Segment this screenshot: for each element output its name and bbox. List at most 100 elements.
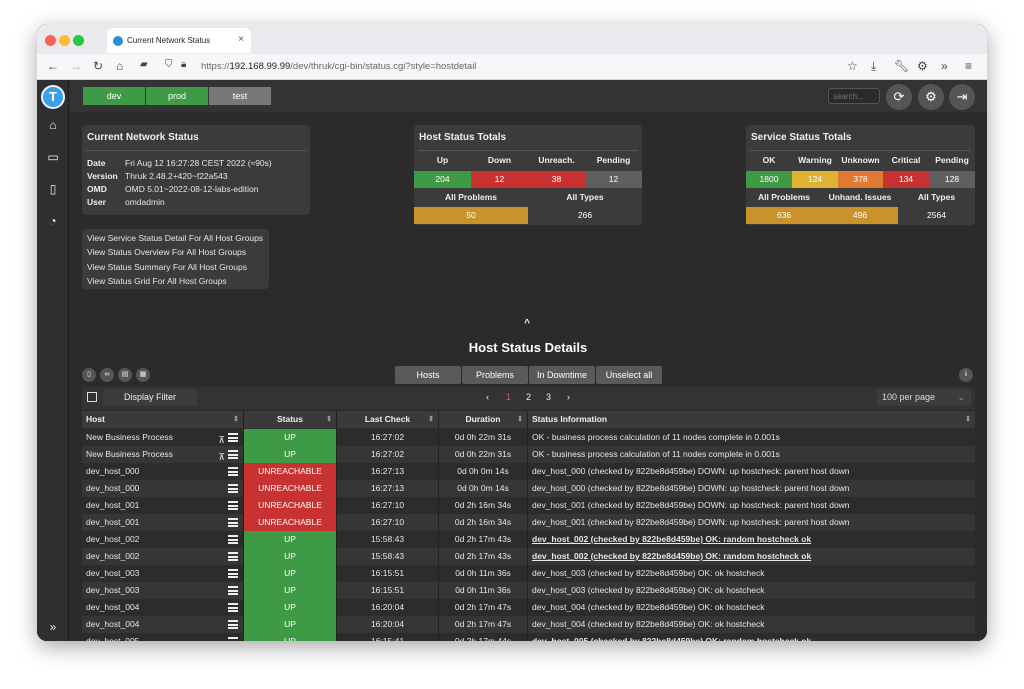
minimize-window-button[interactable] <box>59 35 70 46</box>
link-service-status-detail[interactable]: View Service Status Detail For All Host … <box>87 233 263 243</box>
host-cell[interactable]: dev_host_002 <box>82 548 244 565</box>
table-row[interactable]: dev_host_002 UP 15:58:43 0d 2h 17m 43s dev_h… <box>82 548 975 565</box>
table-row[interactable]: New Business Process ⊼ UP 16:27:02 0d 0h 22m… <box>82 446 975 463</box>
filter-downtime-button[interactable]: In Downtime <box>529 366 595 384</box>
close-window-button[interactable] <box>45 35 56 46</box>
host-cell[interactable]: dev_host_001 <box>82 497 244 514</box>
host-all-problems-count[interactable]: 50 <box>414 207 528 224</box>
gear-icon[interactable]: ⚙ <box>917 59 928 73</box>
bookmark-star-icon[interactable]: ☆ <box>847 59 858 73</box>
browser-tab[interactable]: Current Network Status × <box>107 28 251 53</box>
host-cell[interactable]: dev_host_003 <box>82 565 244 582</box>
env-test-button[interactable]: test <box>209 87 271 105</box>
table-row[interactable]: New Business Process ⊼ UP 16:27:02 0d 0h 22m… <box>82 429 975 446</box>
refresh-icon[interactable]: ⟳ <box>886 84 912 110</box>
pager-page-1[interactable]: 1 <box>506 392 511 402</box>
host-down-count[interactable]: 12 <box>471 171 528 188</box>
pager-prev-icon[interactable]: ‹ <box>486 392 489 402</box>
link-icon[interactable]: ∞ <box>100 368 114 382</box>
link-status-summary[interactable]: View Status Summary For All Host Groups <box>87 262 247 272</box>
logout-icon[interactable]: ⇥ <box>949 84 975 110</box>
host-menu-icon[interactable] <box>228 433 238 442</box>
host-cell[interactable]: dev_host_002 <box>82 531 244 548</box>
table-row[interactable]: dev_host_000 UNREACHABLE 16:27:13 0d 0h 0m … <box>82 463 975 480</box>
back-icon[interactable]: ← <box>47 59 59 73</box>
link-status-grid[interactable]: View Status Grid For All Host Groups <box>87 276 227 286</box>
col-status-info[interactable]: Status Information ⇕ <box>528 411 975 428</box>
host-cell[interactable]: dev_host_000 <box>82 463 244 480</box>
svc-ok-count[interactable]: 1800 <box>746 171 792 188</box>
host-all-types-count[interactable]: 266 <box>528 207 642 224</box>
table-row[interactable]: dev_host_004 UP 16:20:04 0d 2h 17m 47s dev_h… <box>82 599 975 616</box>
shield-icon[interactable]: ⛉ <box>165 59 173 70</box>
host-menu-icon[interactable] <box>228 586 238 595</box>
export-icon[interactable]: ▤ <box>118 368 132 382</box>
env-prod-button[interactable]: prod <box>146 87 208 105</box>
host-cell[interactable]: dev_host_004 <box>82 616 244 633</box>
host-menu-icon[interactable] <box>228 620 238 629</box>
business-process-icon[interactable]: ⊼ <box>218 449 225 463</box>
host-cell[interactable]: New Business Process ⊼ <box>82 446 244 463</box>
table-row[interactable]: dev_host_003 UP 16:15:51 0d 0h 11m 36s dev_h… <box>82 582 975 599</box>
host-cell[interactable]: dev_host_001 <box>82 514 244 531</box>
host-menu-icon[interactable] <box>228 637 238 641</box>
columns-grid-icon[interactable]: ▦ <box>136 368 150 382</box>
table-row[interactable]: dev_host_000 UNREACHABLE 16:27:13 0d 0h 0m … <box>82 480 975 497</box>
tab-close-icon[interactable]: × <box>238 34 244 45</box>
table-row[interactable]: dev_host_002 UP 15:58:43 0d 2h 17m 43s dev_h… <box>82 531 975 548</box>
display-filter-button[interactable]: Display Filter <box>103 389 197 406</box>
extension-icon[interactable]: ▰ <box>140 59 148 70</box>
col-duration[interactable]: Duration ⇕ <box>439 411 528 428</box>
unselect-all-button[interactable]: Unselect all <box>596 366 662 384</box>
filter-hosts-button[interactable]: Hosts <box>395 366 461 384</box>
host-menu-icon[interactable] <box>228 569 238 578</box>
host-menu-icon[interactable] <box>228 467 238 476</box>
settings-gear-icon[interactable]: ⚙ <box>918 84 944 110</box>
collapse-chevron-icon[interactable]: ^ <box>521 318 533 329</box>
home-icon[interactable]: ⌂ <box>46 118 60 132</box>
lock-icon[interactable]: 🔒︎ <box>181 59 186 70</box>
table-row[interactable]: dev_host_001 UNREACHABLE 16:27:10 0d 2h 16m… <box>82 514 975 531</box>
per-page-select[interactable]: 100 per page ⌄ <box>877 389 971 406</box>
overflow-icon[interactable]: » <box>941 59 948 73</box>
business-process-icon[interactable]: ⊼ <box>218 432 225 446</box>
gauge-icon[interactable]: ◔ <box>46 214 60 228</box>
search-input[interactable]: search... <box>828 88 880 104</box>
host-menu-icon[interactable] <box>228 552 238 561</box>
sidebar-toggle-icon[interactable] <box>87 392 97 402</box>
zoom-window-button[interactable] <box>73 35 84 46</box>
svc-all-types-count[interactable]: 2564 <box>898 207 975 224</box>
host-cell[interactable]: dev_host_003 <box>82 582 244 599</box>
filter-problems-button[interactable]: Problems <box>462 366 528 384</box>
download-icon[interactable]: ⤓ <box>871 59 876 74</box>
thruk-logo-icon[interactable]: T <box>41 85 65 109</box>
reload-icon[interactable]: ↻ <box>93 59 103 73</box>
link-status-overview[interactable]: View Status Overview For All Host Groups <box>87 247 246 257</box>
col-host[interactable]: Host ⇕ <box>82 411 244 428</box>
host-menu-icon[interactable] <box>228 484 238 493</box>
host-menu-icon[interactable] <box>228 450 238 459</box>
col-status[interactable]: Status ⇕ <box>244 411 337 428</box>
forward-icon[interactable]: → <box>70 59 82 73</box>
env-dev-button[interactable]: dev <box>83 87 145 105</box>
pager-page-2[interactable]: 2 <box>526 392 531 402</box>
host-up-count[interactable]: 204 <box>414 171 471 188</box>
host-cell[interactable]: dev_host_000 <box>82 480 244 497</box>
monitor-icon[interactable]: ▭ <box>46 150 60 164</box>
host-menu-icon[interactable] <box>228 603 238 612</box>
svc-critical-count[interactable]: 134 <box>883 171 929 188</box>
svc-unhandled-count[interactable]: 496 <box>822 207 898 224</box>
url-bar[interactable]: ⛉ 🔒︎ https://192.168.99.99/dev/thruk/cgi… <box>163 58 833 76</box>
table-row[interactable]: dev_host_004 UP 16:20:04 0d 2h 17m 47s dev_h… <box>82 616 975 633</box>
host-menu-icon[interactable] <box>228 518 238 527</box>
svc-pending-count[interactable]: 128 <box>929 171 975 188</box>
host-cell[interactable]: dev_host_005 <box>82 633 244 641</box>
pager-page-3[interactable]: 3 <box>546 392 551 402</box>
host-menu-icon[interactable] <box>228 535 238 544</box>
svc-warning-count[interactable]: 124 <box>792 171 838 188</box>
host-unreach-count[interactable]: 38 <box>528 171 585 188</box>
book-icon[interactable]: ▯ <box>46 182 60 196</box>
wrench-icon[interactable]: 🔧︎ <box>894 59 909 73</box>
expand-sidebar-icon[interactable]: » <box>46 620 60 634</box>
host-pending-count[interactable]: 12 <box>585 171 642 188</box>
